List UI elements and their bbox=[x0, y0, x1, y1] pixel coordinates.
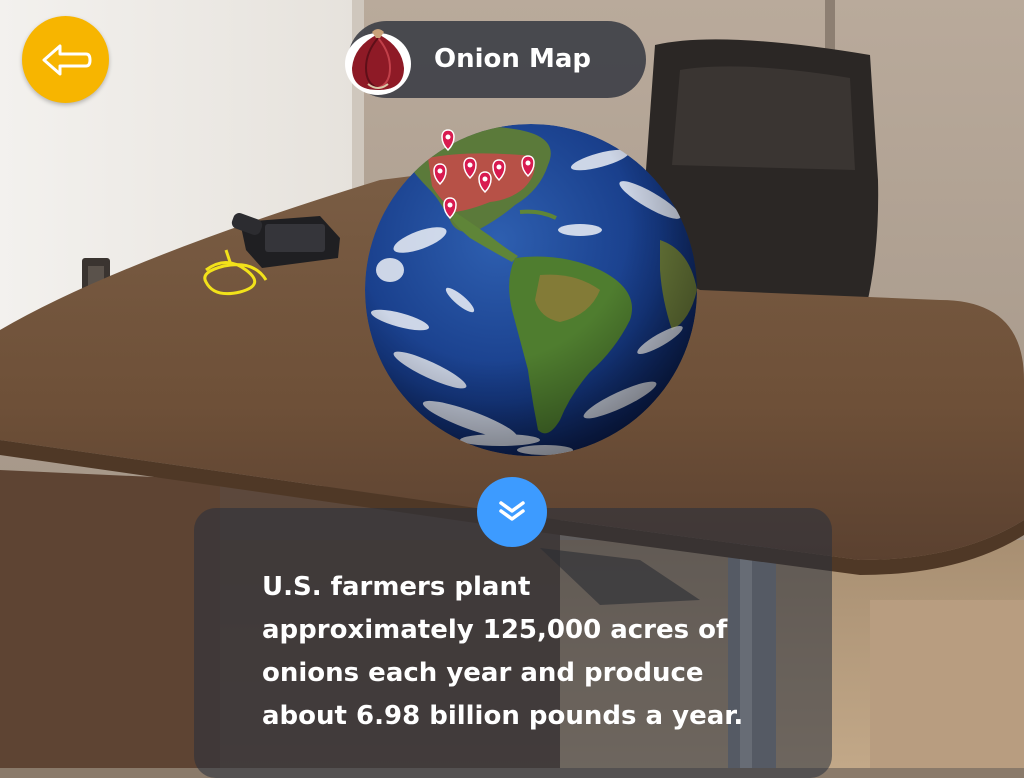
arrow-left-icon bbox=[42, 44, 92, 76]
fact-text: U.S. farmers plant approximately 125,000… bbox=[262, 572, 744, 731]
collapse-panel-button[interactable] bbox=[477, 477, 547, 547]
back-button[interactable] bbox=[22, 16, 109, 103]
chevron-double-down-icon bbox=[499, 501, 525, 521]
red-onion-icon bbox=[345, 29, 411, 95]
page-title: Onion Map bbox=[434, 44, 591, 74]
fact-panel: U.S. farmers plant approximately 125,000… bbox=[194, 508, 832, 778]
